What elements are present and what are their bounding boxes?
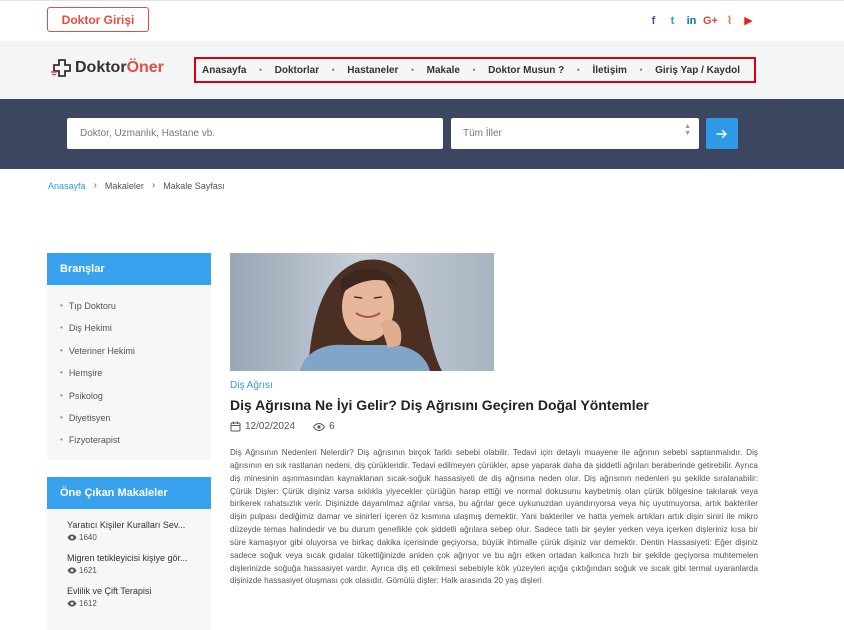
branches-title: Branşlar [47, 253, 211, 285]
branch-label: Diş Hekimi [68, 323, 112, 334]
eye-icon [67, 534, 77, 541]
nav-separator: • [472, 65, 476, 75]
site-header: Doktor Öner Anasayfa • Doktorlar • Hasta… [0, 41, 844, 99]
nav-separator: • [410, 65, 415, 75]
bullet-icon: • [60, 323, 63, 333]
logo-text-doktor: Doktor [75, 59, 127, 76]
doctor-login-button[interactable]: Doktor Girişi [47, 7, 149, 32]
branch-label: Veteriner Hekimi [68, 345, 135, 356]
article-body: Diş Ağrısının Nedenleri Nelerdir? Diş ağ… [230, 448, 758, 586]
search-bar: Doktor, Uzmanlık, Hastane vb. Tüm İller … [0, 99, 844, 169]
search-input[interactable]: Doktor, Uzmanlık, Hastane vb. [67, 118, 443, 149]
site-logo[interactable]: Doktor Öner [51, 59, 164, 77]
eye-icon [67, 600, 77, 607]
article-title: Diş Ağrısına Ne İyi Gelir? Diş Ağrısını … [230, 397, 649, 413]
branch-label: Psikolog [68, 390, 103, 401]
views-count: 1640 [79, 533, 97, 542]
nav-separator: • [331, 65, 335, 75]
branch-item[interactable]: • Hemşire [60, 362, 211, 384]
social-links: f t in G+ ⌇ ▶ [644, 14, 758, 28]
branch-label: Fizyoterapist [68, 435, 120, 446]
featured-article[interactable]: Evlilik ve Çift Terapisi 1612 [47, 575, 211, 608]
select-arrows-icon: ▲ ▼ [684, 123, 691, 137]
youtube-icon[interactable]: ▶ [739, 14, 758, 28]
google-plus-icon[interactable]: G+ [701, 14, 720, 28]
featured-article-title[interactable]: Evlilik ve Çift Terapisi [67, 586, 211, 596]
featured-article-views: 1640 [67, 533, 211, 542]
eye-icon [67, 567, 77, 574]
branch-item[interactable]: • Psikolog [60, 385, 211, 407]
bullet-icon: • [60, 345, 63, 355]
chevron-right-icon: › [93, 180, 97, 191]
branch-label: Hemşire [68, 368, 103, 379]
bullet-icon: • [60, 390, 63, 400]
branch-item[interactable]: • Tıp Doktoru [60, 295, 211, 317]
breadcrumb-home[interactable]: Anasayfa [48, 181, 86, 191]
article-hero-image [230, 253, 494, 371]
featured-articles-panel: Öne Çıkan Makaleler Yaratıcı Kişiler Kur… [47, 477, 211, 630]
bullet-icon: • [60, 412, 63, 422]
eye-icon [313, 422, 326, 431]
views-count: 1621 [79, 566, 97, 575]
views-count: 1612 [79, 599, 97, 608]
breadcrumb: Anasayfa › Makaleler › Makale Sayfası [48, 180, 225, 191]
branch-item[interactable]: • Diyetisyen [60, 407, 211, 429]
nav-are-you-doctor[interactable]: Doktor Musun ? [488, 65, 564, 76]
nav-login-register[interactable]: Giriş Yap / Kaydol [655, 65, 740, 76]
calendar-icon [230, 421, 241, 432]
branch-item[interactable]: • Diş Hekimi [60, 317, 211, 339]
city-select-value: Tüm İller [463, 128, 502, 139]
branch-label: Tıp Doktoru [68, 301, 116, 311]
featured-article-title[interactable]: Migren tetikleyicisi kişiye gör... [67, 553, 211, 563]
article-category[interactable]: Diş Ağrısı [230, 380, 273, 391]
nav-contact[interactable]: İletişim [592, 65, 626, 76]
nav-separator: • [258, 65, 263, 75]
rss-icon[interactable]: ⌇ [720, 14, 739, 28]
featured-article-views: 1612 [67, 599, 211, 608]
branch-label: Diyetisyen [68, 412, 111, 423]
article-meta: 12/02/2024 6 [230, 421, 335, 432]
article-date: 12/02/2024 [245, 421, 296, 432]
nav-separator: • [576, 65, 580, 75]
nav-doctors[interactable]: Doktorlar [275, 65, 319, 76]
branch-item[interactable]: • Fizyoterapist [60, 429, 211, 451]
facebook-icon[interactable]: f [644, 14, 663, 28]
branches-panel: Branşlar • Tıp Doktoru • Diş Hekimi • Veter… [47, 253, 211, 460]
breadcrumb-articles[interactable]: Makaleler [105, 181, 144, 191]
nav-home[interactable]: Anasayfa [202, 65, 246, 76]
breadcrumb-current: Makale Sayfası [163, 180, 225, 191]
linkedin-icon[interactable]: in [682, 14, 701, 28]
bullet-icon: • [60, 435, 63, 445]
nav-articles[interactable]: Makale [427, 65, 460, 76]
main-nav: Anasayfa • Doktorlar • Hastaneler • Maka… [194, 57, 756, 83]
featured-title: Öne Çıkan Makaleler [47, 477, 211, 509]
arrow-right-icon [716, 129, 727, 138]
featured-article[interactable]: Migren tetikleyicisi kişiye gör... 1621 [47, 542, 211, 575]
medical-cross-icon [51, 59, 71, 77]
logo-text-oner: Öner [126, 59, 164, 76]
top-bar: Doktor Girişi f t in G+ ⌇ ▶ [0, 0, 844, 41]
city-select[interactable]: Tüm İller ▲ ▼ [451, 118, 699, 149]
featured-article-views: 1621 [67, 566, 211, 575]
twitter-icon[interactable]: t [663, 14, 682, 28]
chevron-right-icon: › [151, 180, 156, 191]
article-views: 6 [329, 421, 335, 432]
bullet-icon: • [60, 301, 63, 310]
nav-hospitals[interactable]: Hastaneler [347, 65, 398, 76]
featured-article-title[interactable]: Yaratıcı Kişiler Kuralları Sev... [67, 520, 211, 530]
nav-separator: • [639, 65, 643, 75]
search-submit-button[interactable] [706, 118, 738, 149]
branch-item[interactable]: • Veteriner Hekimi [60, 340, 211, 362]
featured-article[interactable]: Yaratıcı Kişiler Kuralları Sev... 1640 [47, 509, 211, 542]
bullet-icon: • [60, 368, 63, 378]
